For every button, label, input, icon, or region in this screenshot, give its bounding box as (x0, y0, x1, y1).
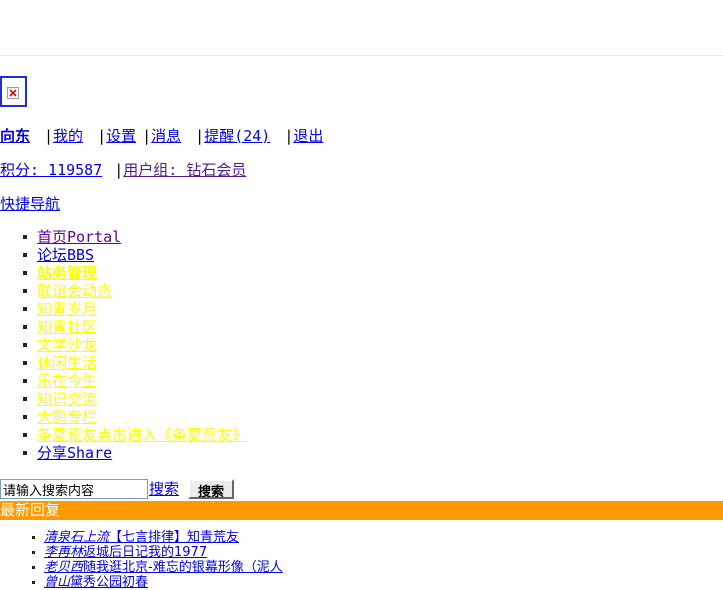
nav-item: 分享Share (20, 444, 247, 462)
nav-item: 休闲生活 (20, 354, 247, 372)
nav-item: 联谊会动态 (20, 282, 247, 300)
nav-item: 乐在今生 (20, 372, 247, 390)
nav-link-joy[interactable]: 乐在今生 (37, 372, 97, 390)
nav-link-portal[interactable]: 首页Portal (37, 228, 121, 246)
separator: | (44, 127, 54, 145)
nav-item: 大鹏专栏 (20, 408, 247, 426)
settings-link[interactable]: 设置 (106, 127, 136, 145)
site-logo-link[interactable] (0, 76, 27, 107)
search-link[interactable]: 搜索 (149, 480, 179, 498)
messages-link[interactable]: 消息 (151, 127, 181, 145)
nav-item: 论坛BBS (20, 246, 247, 264)
nav-item: 条夏荒友点击进入《条夏荒友》 (20, 426, 247, 444)
nav-link-youth-years[interactable]: 知青岁月 (37, 300, 97, 318)
nav-menu: 首页Portal 论坛BBS 站务管理 联谊会动态 知青岁月 知青社区 文学沙龙… (20, 228, 247, 462)
nav-link-bbs[interactable]: 论坛BBS (37, 246, 94, 264)
nav-link-community[interactable]: 知青社区 (37, 318, 97, 336)
search-input[interactable] (0, 479, 148, 499)
reply-author-link[interactable]: 清泉石上流 (44, 530, 109, 545)
search-bar: 搜索 搜索 (0, 479, 235, 500)
list-item: 李再林返城后日记我的1977 (30, 545, 283, 560)
my-link[interactable]: 我的 (53, 127, 83, 145)
separator: | (114, 161, 124, 179)
reply-title-link[interactable]: 返城后日记我的1977 (83, 545, 207, 560)
latest-replies-header: 最新回复 (0, 501, 723, 520)
credits-bar: 积分: 119587 |用户组: 钻石会员 (0, 159, 246, 180)
broken-image-icon (7, 87, 19, 99)
nav-item: 知青岁月 (20, 300, 247, 318)
nav-item: 知青社区 (20, 318, 247, 336)
nav-link-knowledge[interactable]: 知识交流 (37, 390, 97, 408)
separator: | (142, 127, 152, 145)
points-link[interactable]: 积分: 119587 (0, 161, 102, 179)
reply-title-link[interactable]: 随我逛北京-难忘的银幕形像（泥人 (83, 560, 283, 575)
quick-nav: 快捷导航 (0, 193, 60, 214)
nav-link-tiaoxia[interactable]: 条夏荒友点击进入《条夏荒友》 (37, 426, 247, 444)
quick-nav-link[interactable]: 快捷导航 (0, 195, 60, 213)
reply-author-link[interactable]: 老贝西 (44, 560, 83, 575)
logout-link[interactable]: 退出 (293, 127, 323, 145)
nav-link-dapeng-column[interactable]: 大鹏专栏 (37, 408, 97, 426)
nav-item: 首页Portal (20, 228, 247, 246)
user-links-bar: 向东 |我的 |设置 |消息 |提醒(24) |退出 (0, 125, 323, 146)
separator: | (284, 127, 294, 145)
top-bar (0, 0, 723, 56)
nav-item: 知识交流 (20, 390, 247, 408)
nav-link-share[interactable]: 分享Share (37, 444, 112, 462)
list-item: 老贝西随我逛北京-难忘的银幕形像（泥人 (30, 560, 283, 575)
reply-author-link[interactable]: 李再林 (44, 545, 83, 560)
nav-item: 文学沙龙 (20, 336, 247, 354)
username-link[interactable]: 向东 (0, 127, 30, 145)
search-button[interactable]: 搜索 (188, 479, 235, 500)
separator: | (97, 127, 107, 145)
latest-replies-list: 清泉石上流【七言排律】知青荒友 李再林返城后日记我的1977 老贝西随我逛北京-… (30, 530, 283, 590)
list-item: 清泉石上流【七言排律】知青荒友 (30, 530, 283, 545)
nav-item: 站务管理 (20, 264, 247, 282)
nav-link-association-news[interactable]: 联谊会动态 (37, 282, 112, 300)
user-group-link[interactable]: 用户组: 钻石会员 (123, 161, 246, 179)
reply-title-link[interactable]: 【七言排律】知青荒友 (109, 530, 239, 545)
reminders-link[interactable]: 提醒(24) (204, 127, 270, 145)
nav-link-literature[interactable]: 文学沙龙 (37, 336, 97, 354)
nav-link-leisure[interactable]: 休闲生活 (37, 354, 97, 372)
separator: | (195, 127, 205, 145)
nav-link-site-admin[interactable]: 站务管理 (37, 264, 97, 282)
